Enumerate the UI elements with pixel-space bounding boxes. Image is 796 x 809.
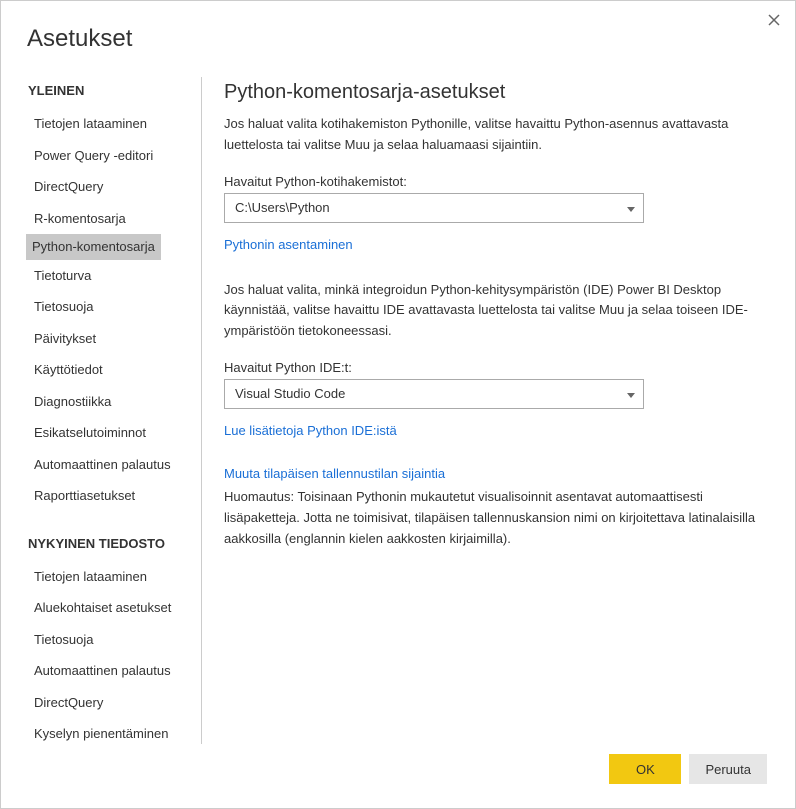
sidebar-item-diagnostics[interactable]: Diagnostiikka xyxy=(2,386,201,418)
sidebar-item-cf-data-load[interactable]: Tietojen lataaminen xyxy=(2,561,201,593)
ide-learn-more-link[interactable]: Lue lisätietoja Python IDE:istä xyxy=(224,423,397,438)
sidebar-item-cf-autorecovery[interactable]: Automaattinen palautus xyxy=(2,655,201,687)
sidebar-item-cf-privacy[interactable]: Tietosuoja xyxy=(2,624,201,656)
chevron-down-icon xyxy=(627,386,635,401)
cancel-button[interactable]: Peruuta xyxy=(689,754,767,784)
sidebar-item-usage[interactable]: Käyttötiedot xyxy=(2,354,201,386)
sidebar-section-current-file: NYKYINEN TIEDOSTO xyxy=(2,512,201,561)
button-bar: OK Peruuta xyxy=(609,754,767,784)
ide-value: Visual Studio Code xyxy=(235,386,345,401)
sidebar-item-privacy[interactable]: Tietosuoja xyxy=(2,291,201,323)
sidebar-section-global: YLEINEN xyxy=(2,77,201,108)
sidebar-item-report-settings[interactable]: Raporttiasetukset xyxy=(2,480,201,512)
content-area: YLEINEN Tietojen lataaminen Power Query … xyxy=(1,77,795,744)
homedir-value: C:\Users\Python xyxy=(235,200,330,215)
ide-label: Havaitut Python IDE:t: xyxy=(224,360,765,375)
sidebar-item-python-script[interactable]: Python-komentosarja xyxy=(26,234,161,260)
panel-desc-home: Jos haluat valita kotihakemiston Pythoni… xyxy=(224,114,765,156)
main-panel: Python-komentosarja-asetukset Jos haluat… xyxy=(202,77,795,744)
sidebar-item-power-query[interactable]: Power Query -editori xyxy=(2,140,201,172)
ok-button[interactable]: OK xyxy=(609,754,681,784)
install-python-link[interactable]: Pythonin asentaminen xyxy=(224,237,353,252)
homedir-select[interactable]: C:\Users\Python xyxy=(224,193,644,223)
sidebar-item-autorecovery[interactable]: Automaattinen palautus xyxy=(2,449,201,481)
chevron-down-icon xyxy=(627,200,635,215)
sidebar-item-r-script[interactable]: R-komentosarja xyxy=(2,203,201,235)
panel-title: Python-komentosarja-asetukset xyxy=(224,81,765,104)
sidebar-item-updates[interactable]: Päivitykset xyxy=(2,323,201,355)
ide-select[interactable]: Visual Studio Code xyxy=(224,379,644,409)
homedir-label: Havaitut Python-kotihakemistot: xyxy=(224,174,765,189)
sidebar-item-preview[interactable]: Esikatselutoiminnot xyxy=(2,417,201,449)
change-temp-storage-link[interactable]: Muuta tilapäisen tallennustilan sijainti… xyxy=(224,466,445,481)
close-icon xyxy=(768,14,780,26)
settings-dialog: Asetukset YLEINEN Tietojen lataaminen Po… xyxy=(0,0,796,809)
sidebar-item-directquery[interactable]: DirectQuery xyxy=(2,171,201,203)
sidebar: YLEINEN Tietojen lataaminen Power Query … xyxy=(2,77,202,744)
temp-storage-note: Huomautus: Toisinaan Pythonin mukautetut… xyxy=(224,487,765,549)
sidebar-item-cf-query-reduction[interactable]: Kyselyn pienentäminen xyxy=(2,718,201,744)
sidebar-item-cf-regional[interactable]: Aluekohtaiset asetukset xyxy=(2,592,201,624)
sidebar-item-cf-directquery[interactable]: DirectQuery xyxy=(2,687,201,719)
dialog-title: Asetukset xyxy=(1,1,795,77)
sidebar-item-data-load[interactable]: Tietojen lataaminen xyxy=(2,108,201,140)
panel-desc-ide: Jos haluat valita, minkä integroidun Pyt… xyxy=(224,280,765,342)
sidebar-item-security[interactable]: Tietoturva xyxy=(2,260,201,292)
close-button[interactable] xyxy=(765,11,783,29)
